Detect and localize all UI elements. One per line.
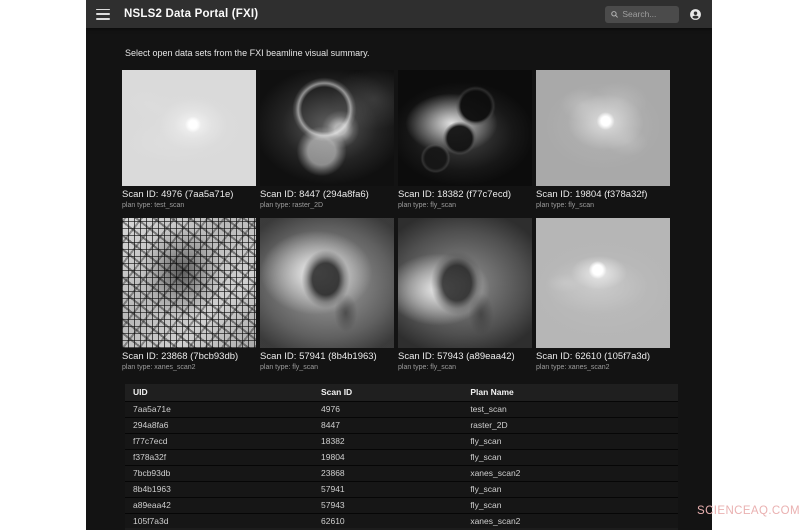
plan-type-caption: plan type: fly_scan xyxy=(398,364,456,371)
scan-card-18382[interactable]: Scan ID: 18382 (f77c7ecd) plan type: fly… xyxy=(398,70,532,209)
table-row[interactable]: a89eaa42 57943 fly_scan xyxy=(125,497,678,514)
col-header-plan-name: Plan Name xyxy=(462,384,678,402)
app-window: NSLS2 Data Portal (FXI) Select open data… xyxy=(86,0,712,530)
table-cell: 7bcb93db xyxy=(125,465,314,482)
table-cell: xanes_scan2 xyxy=(462,513,678,530)
table-cell: fly_scan xyxy=(462,449,678,466)
table-cell: 4976 xyxy=(313,401,463,418)
table-row[interactable]: f77c7ecd 18382 fly_scan xyxy=(125,433,678,450)
table-cell: xanes_scan2 xyxy=(462,465,678,482)
search-box[interactable] xyxy=(605,5,679,23)
scan-caption: Scan ID: 57941 (8b4b1963) xyxy=(260,351,377,362)
table-row[interactable]: 7aa5a71e 4976 test_scan xyxy=(125,401,678,418)
plan-type-caption: plan type: test_scan xyxy=(122,202,185,209)
table-cell: 8b4b1963 xyxy=(125,481,314,498)
table-cell: 7aa5a71e xyxy=(125,401,314,418)
table-cell: test_scan xyxy=(462,401,678,418)
search-input[interactable] xyxy=(622,9,673,19)
table-row[interactable]: 105f7a3d 62610 xanes_scan2 xyxy=(125,513,678,530)
table-cell: 23868 xyxy=(313,465,463,482)
watermark-text: SCIENCEAQ.COM xyxy=(697,505,800,517)
hamburger-menu-icon[interactable] xyxy=(96,8,110,20)
scan-thumbnail-19804[interactable] xyxy=(536,70,670,186)
table-row[interactable]: 8b4b1963 57941 fly_scan xyxy=(125,481,678,498)
plan-type-caption: plan type: fly_scan xyxy=(398,202,456,209)
scan-card-57941[interactable]: Scan ID: 57941 (8b4b1963) plan type: fly… xyxy=(260,218,394,371)
search-icon xyxy=(611,10,618,18)
col-header-scan-id: Scan ID xyxy=(313,384,463,402)
table-cell: f378a32f xyxy=(125,449,314,466)
table-cell: 19804 xyxy=(313,449,463,466)
plan-type-caption: plan type: xanes_scan2 xyxy=(122,364,196,371)
scan-thumbnail-23868[interactable] xyxy=(122,218,256,348)
scan-thumbnail-57941[interactable] xyxy=(260,218,394,348)
col-header-uid: UID xyxy=(125,384,314,402)
scan-caption: Scan ID: 18382 (f77c7ecd) xyxy=(398,189,512,200)
thumbnail-row-1: Scan ID: 4976 (7aa5a71e) plan type: test… xyxy=(122,70,670,209)
table-cell: fly_scan xyxy=(462,433,678,450)
scan-table: UID Scan ID Plan Name 7aa5a71e 4976 test_s… xyxy=(125,384,678,530)
scan-card-57943[interactable]: Scan ID: 57943 (a89eaa42) plan type: fly… xyxy=(398,218,532,371)
table-header-row: UID Scan ID Plan Name xyxy=(125,384,678,402)
scan-caption: Scan ID: 8447 (294a8fa6) xyxy=(260,189,369,200)
table-header: UID Scan ID Plan Name xyxy=(125,384,678,402)
table-cell: 62610 xyxy=(313,513,463,530)
scan-thumbnail-8447[interactable] xyxy=(260,70,394,186)
table-cell: 57943 xyxy=(313,497,463,514)
scan-card-23868[interactable]: Scan ID: 23868 (7bcb93db) plan type: xan… xyxy=(122,218,256,371)
table-cell: 8447 xyxy=(313,417,463,434)
table-cell: fly_scan xyxy=(462,497,678,514)
scan-caption: Scan ID: 23868 (7bcb93db) xyxy=(122,351,239,362)
scan-caption: Scan ID: 62610 (105f7a3d) xyxy=(536,351,651,362)
plan-type-caption: plan type: xanes_scan2 xyxy=(536,364,610,371)
account-icon xyxy=(689,8,701,20)
scan-thumbnail-18382[interactable] xyxy=(398,70,532,186)
scan-card-4976[interactable]: Scan ID: 4976 (7aa5a71e) plan type: test… xyxy=(122,70,256,209)
table-row[interactable]: 294a8fa6 8447 raster_2D xyxy=(125,417,678,434)
table-body: 7aa5a71e 4976 test_scan 294a8fa6 8447 raster_… xyxy=(125,401,678,530)
scan-card-19804[interactable]: Scan ID: 19804 (f378a32f) plan type: fly… xyxy=(536,70,670,209)
table-cell: 105f7a3d xyxy=(125,513,314,530)
table-cell: 57941 xyxy=(313,481,463,498)
app-title: NSLS2 Data Portal (FXI) xyxy=(124,8,259,20)
plan-type-caption: plan type: fly_scan xyxy=(260,364,318,371)
app-bar: NSLS2 Data Portal (FXI) xyxy=(86,0,712,28)
table-cell: 294a8fa6 xyxy=(125,417,314,434)
plan-type-caption: plan type: raster_2D xyxy=(260,202,324,209)
account-button[interactable] xyxy=(688,7,702,21)
table-cell: raster_2D xyxy=(462,417,678,434)
scan-thumbnail-4976[interactable] xyxy=(122,70,256,186)
scan-thumbnail-62610[interactable] xyxy=(536,218,670,348)
scan-thumbnail-57943[interactable] xyxy=(398,218,532,348)
scan-card-8447[interactable]: Scan ID: 8447 (294a8fa6) plan type: rast… xyxy=(260,70,394,209)
intro-text: Select open data sets from the FXI beaml… xyxy=(125,48,370,58)
plan-type-caption: plan type: fly_scan xyxy=(536,202,594,209)
table-cell: a89eaa42 xyxy=(125,497,314,514)
table-row[interactable]: f378a32f 19804 fly_scan xyxy=(125,449,678,466)
scan-caption: Scan ID: 57943 (a89eaa42) xyxy=(398,351,515,362)
table-cell: fly_scan xyxy=(462,481,678,498)
table-cell: 18382 xyxy=(313,433,463,450)
thumbnail-row-2: Scan ID: 23868 (7bcb93db) plan type: xan… xyxy=(122,218,670,371)
scan-card-62610[interactable]: Scan ID: 62610 (105f7a3d) plan type: xan… xyxy=(536,218,670,371)
table-cell: f77c7ecd xyxy=(125,433,314,450)
scan-caption: Scan ID: 4976 (7aa5a71e) xyxy=(122,189,234,200)
table-row[interactable]: 7bcb93db 23868 xanes_scan2 xyxy=(125,465,678,482)
scan-caption: Scan ID: 19804 (f378a32f) xyxy=(536,189,648,200)
